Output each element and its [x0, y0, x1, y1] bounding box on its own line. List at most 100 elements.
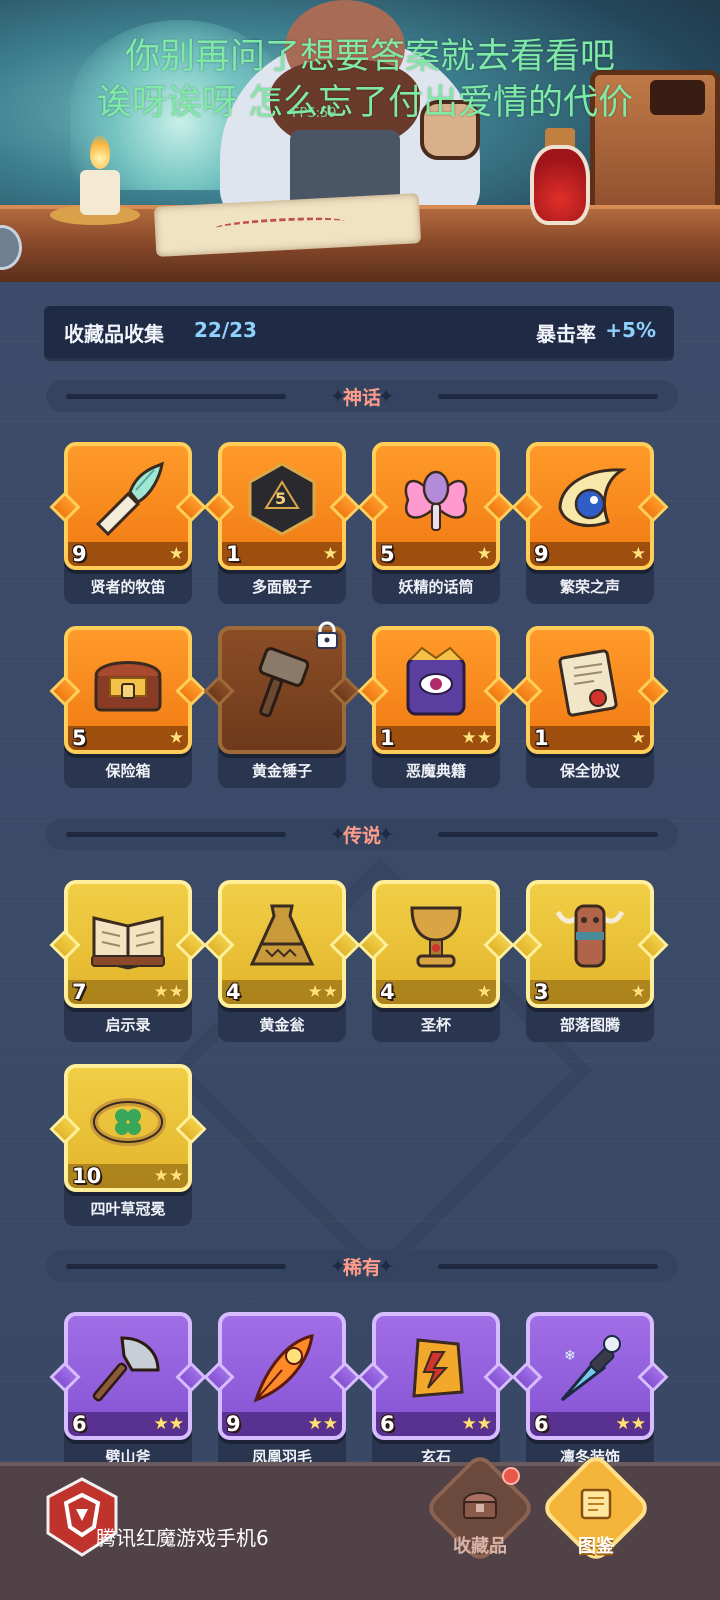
collection-label: 收藏品收集	[64, 322, 164, 346]
card-stars: ★	[168, 544, 184, 564]
section-header-mythic: ✦ ✦ 神话	[46, 380, 678, 412]
open-book-icon	[88, 898, 168, 974]
card-level: 1	[534, 726, 549, 750]
card-level: 9	[226, 1412, 241, 1436]
section-header-legend: ✦ ✦ 传说	[46, 818, 678, 850]
demon-book-icon	[396, 644, 476, 720]
totem-icon	[550, 898, 630, 974]
section-header-rare: ✦ ✦ 稀有	[46, 1250, 678, 1282]
collectible-card-locked[interactable]: 黄金锤子	[218, 626, 346, 788]
collection-count: 22/23	[194, 318, 257, 342]
collectible-card[interactable]: 凤凰羽毛 9 ★★	[218, 1312, 346, 1474]
collectible-card[interactable]: 部落图腾 3 ★	[526, 880, 654, 1042]
horn-icon	[550, 460, 630, 536]
section-title-rare: 稀有	[342, 1257, 381, 1279]
collectible-card[interactable]: 黄金瓮 4 ★★	[218, 880, 346, 1042]
card-name: 黄金锤子	[251, 762, 312, 780]
fairy-microphone-icon	[396, 460, 476, 536]
collectible-card[interactable]: 多面骰子 5 1 ★	[218, 442, 346, 604]
collectible-card[interactable]: 圣杯 4 ★	[372, 880, 500, 1042]
card-stars: ★★	[307, 982, 338, 1002]
svg-text:❄: ❄	[564, 1348, 576, 1364]
card-name: 贤者的牧笛	[90, 578, 166, 596]
card-name: 保全协议	[559, 762, 620, 780]
card-name: 启示录	[105, 1016, 151, 1034]
card-level: 9	[72, 542, 87, 566]
crit-rate-value: +5%	[605, 318, 656, 342]
hammer-icon	[242, 644, 322, 720]
card-level: 1	[380, 726, 395, 750]
collectible-card[interactable]: 繁荣之声 9 ★	[526, 442, 654, 604]
flame-icon	[90, 135, 110, 169]
book-icon	[580, 1488, 612, 1520]
card-name: 部落图腾	[559, 1016, 620, 1034]
card-stars: ★★	[153, 1414, 184, 1434]
card-level: 5	[380, 542, 395, 566]
card-stars: ★	[168, 728, 184, 748]
chest-icon	[462, 1492, 498, 1519]
card-level: 3	[534, 980, 549, 1004]
card-stars: ★★	[461, 728, 492, 748]
contract-icon	[550, 644, 630, 720]
potion-icon	[530, 145, 590, 225]
collectible-card[interactable]: 劈山斧 6 ★★	[64, 1312, 192, 1474]
svg-text:5: 5	[275, 489, 286, 508]
lyric-overlay-line1: 你别再问了想要答案就去看看吧	[124, 37, 615, 77]
card-stars: ★	[630, 728, 646, 748]
chalice-icon	[396, 898, 476, 974]
card-level: 7	[72, 980, 87, 1004]
notification-dot	[502, 1467, 520, 1485]
card-name: 保险箱	[105, 762, 151, 780]
card-level: 6	[534, 1412, 549, 1436]
card-stars: ★★	[615, 1414, 646, 1434]
card-level: 6	[380, 1412, 395, 1436]
collectible-card[interactable]: 贤者的牧笛 9 ★	[64, 442, 192, 604]
tab-codex[interactable]: 图鉴	[539, 1451, 653, 1565]
candle-icon	[80, 170, 120, 215]
collectible-card[interactable]: 恶魔典籍 1 ★★	[372, 626, 500, 788]
card-stars: ★	[630, 982, 646, 1002]
axe-icon	[88, 1330, 168, 1406]
phoenix-feather-icon	[242, 1330, 322, 1406]
collectible-card[interactable]: 妖精的话筒 5 ★	[372, 442, 500, 604]
collectible-card[interactable]: 凛冬装饰 ❄ 6 ★★	[526, 1312, 654, 1474]
card-level: 4	[226, 980, 241, 1004]
crit-rate-label: 暴击率	[536, 322, 596, 346]
card-stars: ★	[322, 544, 338, 564]
card-stars: ★	[476, 982, 492, 1002]
card-stars: ★★	[307, 1414, 338, 1434]
card-stars: ★★	[153, 1166, 184, 1186]
lock-icon	[316, 621, 338, 649]
treasure-chest-icon	[88, 644, 168, 720]
collectible-card[interactable]: 保险箱 5 ★	[64, 626, 192, 788]
card-level: 5	[72, 726, 87, 750]
flute-icon	[88, 460, 168, 536]
section-title-mythic: 神话	[342, 387, 381, 409]
tab-codex-label: 图鉴	[578, 1536, 614, 1557]
card-level: 6	[72, 1412, 87, 1436]
mystic-stone-icon	[396, 1330, 476, 1406]
collectible-card[interactable]: 四叶草冠冕 10 ★★	[64, 1064, 192, 1226]
lyric-overlay-line2: 诶呀诶呀 怎么忘了付出爱情的代价	[96, 83, 634, 123]
card-stars: ★	[630, 544, 646, 564]
card-name: 圣杯	[420, 1016, 451, 1034]
card-level: 9	[534, 542, 549, 566]
collectible-card[interactable]: 保全协议 1 ★	[526, 626, 654, 788]
dice-icon: 5	[242, 460, 322, 536]
collection-stats-bar: 收藏品收集 22/23 暴击率 +5%	[44, 306, 674, 358]
collectible-card[interactable]: 启示录 7 ★★	[64, 880, 192, 1042]
card-name: 妖精的话筒	[398, 578, 474, 596]
card-level: 4	[380, 980, 395, 1004]
card-name: 恶魔典籍	[405, 762, 466, 780]
section-title-legend: 传说	[342, 825, 381, 847]
collectible-card[interactable]: 玄石 6 ★★	[372, 1312, 500, 1474]
card-stars: ★★	[153, 982, 184, 1002]
brand-watermark-text: 腾讯红魔游戏手机6	[96, 1526, 269, 1550]
card-stars: ★	[476, 544, 492, 564]
card-name: 多面骰子	[251, 578, 312, 596]
card-stars: ★★	[461, 1414, 492, 1434]
tab-collectibles-label: 收藏品	[453, 1536, 507, 1557]
golden-urn-icon	[242, 898, 322, 974]
card-level: 1	[226, 542, 241, 566]
winter-dagger-icon: ❄	[550, 1330, 630, 1406]
